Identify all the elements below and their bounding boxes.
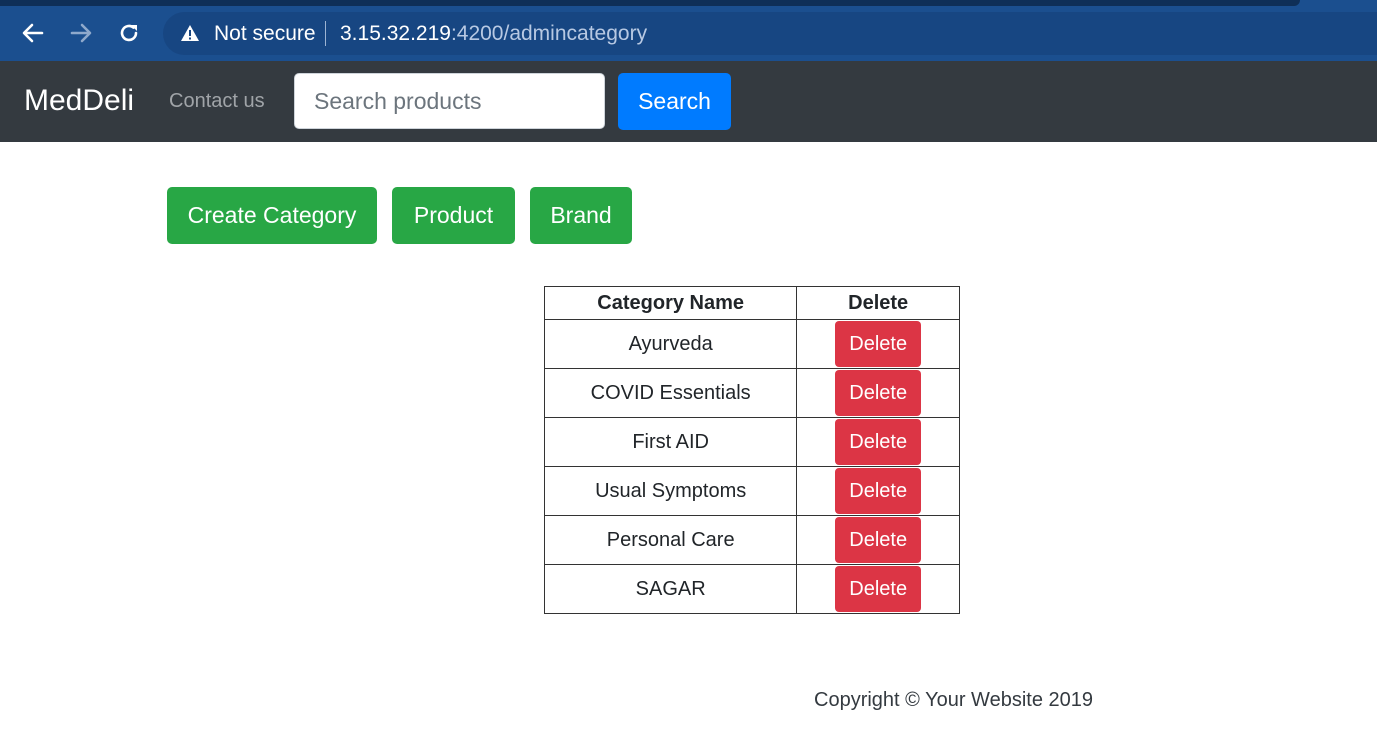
category-name-cell: Usual Symptoms: [543, 466, 798, 516]
header-category-name: Category Name: [543, 286, 798, 320]
search-button[interactable]: Search: [618, 73, 731, 130]
delete-cell: Delete: [796, 319, 960, 369]
contact-us-link[interactable]: Contact us: [169, 90, 265, 113]
table-row: Usual Symptoms Delete: [543, 466, 960, 516]
url-host: 3.15.32.219: [340, 22, 451, 45]
create-category-button[interactable]: Create Category: [167, 187, 377, 244]
forward-button[interactable]: [64, 16, 98, 50]
back-arrow-icon: [22, 23, 44, 43]
table-row: SAGAR Delete: [543, 564, 960, 614]
table-row: Personal Care Delete: [543, 515, 960, 565]
delete-cell: Delete: [796, 417, 960, 467]
table-row: Ayurveda Delete: [543, 319, 960, 369]
back-button[interactable]: [16, 16, 50, 50]
url-text[interactable]: 3.15.32.219:4200/admincategory: [340, 22, 647, 46]
brand-button[interactable]: Brand: [530, 187, 632, 244]
delete-cell: Delete: [796, 515, 960, 565]
delete-button[interactable]: Delete: [835, 566, 922, 612]
category-name-cell: Ayurveda: [543, 319, 798, 369]
tab-strip-edge: [0, 0, 1300, 6]
product-button[interactable]: Product: [392, 187, 515, 244]
delete-cell: Delete: [796, 368, 960, 418]
browser-toolbar: Not secure 3.15.32.219:4200/admincategor…: [0, 0, 1377, 61]
table-header-row: Category Name Delete: [543, 286, 960, 320]
delete-button[interactable]: Delete: [835, 370, 922, 416]
search-input[interactable]: [294, 73, 605, 129]
delete-cell: Delete: [796, 466, 960, 516]
category-table: Category Name Delete Ayurveda Delete COV…: [543, 286, 960, 614]
security-status[interactable]: Not secure: [214, 22, 316, 46]
warning-icon[interactable]: [180, 24, 200, 42]
delete-button[interactable]: Delete: [835, 517, 922, 563]
reload-icon: [120, 24, 138, 42]
table-row: COVID Essentials Delete: [543, 368, 960, 418]
url-path: :4200/admincategory: [450, 22, 648, 45]
table-row: First AID Delete: [543, 417, 960, 467]
app-navbar: MedDeli Contact us Search: [0, 61, 1377, 142]
brand-logo[interactable]: MedDeli: [24, 84, 134, 118]
header-delete: Delete: [796, 286, 960, 320]
delete-button[interactable]: Delete: [835, 321, 922, 367]
category-name-cell: Personal Care: [543, 515, 798, 565]
footer-copyright: Copyright © Your Website 2019: [814, 689, 1093, 711]
delete-button[interactable]: Delete: [835, 419, 922, 465]
category-name-cell: COVID Essentials: [543, 368, 798, 418]
delete-button[interactable]: Delete: [835, 468, 922, 514]
delete-cell: Delete: [796, 564, 960, 614]
category-name-cell: First AID: [543, 417, 798, 467]
category-name-cell: SAGAR: [543, 564, 798, 614]
forward-arrow-icon: [70, 23, 92, 43]
reload-button[interactable]: [112, 16, 146, 50]
url-divider: [325, 21, 326, 46]
